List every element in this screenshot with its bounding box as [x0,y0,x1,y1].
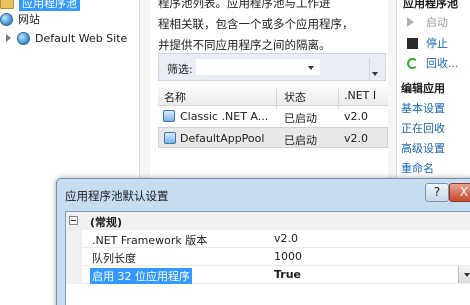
app-pool-icon [164,132,176,144]
tree-item-default-web-site[interactable]: Default Web Site [6,29,127,47]
property-row-net-version[interactable]: .NET Framework 版本 v2.0 [66,230,470,248]
tree-item-default-web-site-label: Default Web Site [35,31,128,45]
category-label: (常规) [90,216,123,229]
category-general[interactable]: (常规) [66,212,470,230]
actions-header-edit: 编辑应用 [401,82,445,95]
description-line-1: 程序池列表。应用程序池与工作进 [158,0,331,10]
start-icon [407,17,414,27]
property-grid: (常规) .NET Framework 版本 v2.0 队列长度 1000 启用… [65,211,470,305]
property-name: .NET Framework 版本 [92,234,208,247]
pool-net-version: v2.0 [344,132,369,145]
tree-item-sites[interactable]: 网站 [0,10,40,28]
table-row-selected[interactable]: DefaultAppPool 已启动 v2.0 [158,127,388,148]
stop-action[interactable]: 停止 [407,34,448,52]
app-pool-defaults-dialog: 应用程序池默认设置 ? X (常规) .NET Framework 版本 v2.… [56,178,470,305]
advanced-settings-link[interactable]: 高级设置 [401,139,445,157]
stop-icon [407,37,418,49]
value-dropdown-icon[interactable] [458,266,470,283]
pool-status: 已启动 [284,112,317,125]
actions-header-app-pools: 应用程序池 [403,0,458,10]
close-button[interactable]: X [449,183,470,202]
start-action[interactable]: 启动 [407,13,448,31]
website-globe-icon [17,31,30,45]
rename-link[interactable]: 重命名 [401,159,434,177]
property-name-selected: 启用 32 位应用程序 [90,268,192,284]
recycle-icon [407,57,418,69]
stop-label: 停止 [426,37,448,50]
recycle-action[interactable]: 回收... [407,54,459,72]
filter-input[interactable] [195,58,321,76]
basic-settings-link[interactable]: 基本设置 [401,99,445,117]
filter-label: 筛选: [167,63,193,76]
sites-icon [0,12,13,26]
property-row-enable-32bit[interactable]: 启用 32 位应用程序 True [66,266,470,284]
column-header-status[interactable]: 状态 [284,89,306,105]
help-button[interactable]: ? [425,183,449,202]
app-pools-icon [0,0,14,9]
tree-item-sites-label: 网站 [18,13,40,26]
column-header-name[interactable]: 名称 [164,89,186,105]
expand-arrow-icon[interactable] [6,34,11,42]
property-value[interactable]: v2.0 [274,232,298,245]
app-pools-table: 名称 状态 .NET I Classic .NET A... 已启动 v2.0 … [158,86,388,148]
filter-bar: 筛选: [158,53,386,81]
column-header-net[interactable]: .NET I [344,89,376,102]
recycling-link[interactable]: 正在回收 [401,119,445,137]
pool-net-version: v2.0 [344,110,369,123]
property-row-queue-length[interactable]: 队列长度 1000 [66,248,470,266]
property-name: 队列长度 [92,252,136,265]
property-value-selected[interactable]: True [274,268,301,281]
pool-status: 已启动 [284,134,317,147]
app-pool-icon [163,110,175,122]
recycle-label: 回收... [426,57,459,70]
collapse-icon[interactable] [69,216,78,225]
start-label: 启动 [426,16,448,29]
pool-name: Classic .NET A... [180,110,269,123]
dialog-title: 应用程序池默认设置 [65,189,169,203]
pool-name: DefaultAppPool [180,132,265,145]
table-header: 名称 状态 .NET I [158,86,388,109]
property-value[interactable]: 1000 [274,250,302,263]
table-row[interactable]: Classic .NET A... 已启动 v2.0 [158,106,388,127]
toolbar-dropdown-icon[interactable] [369,58,379,80]
description-line-2: 程相关联，包含一个或多个应用程序， [158,17,354,31]
filter-dropdown-arrow-icon[interactable] [308,66,314,70]
